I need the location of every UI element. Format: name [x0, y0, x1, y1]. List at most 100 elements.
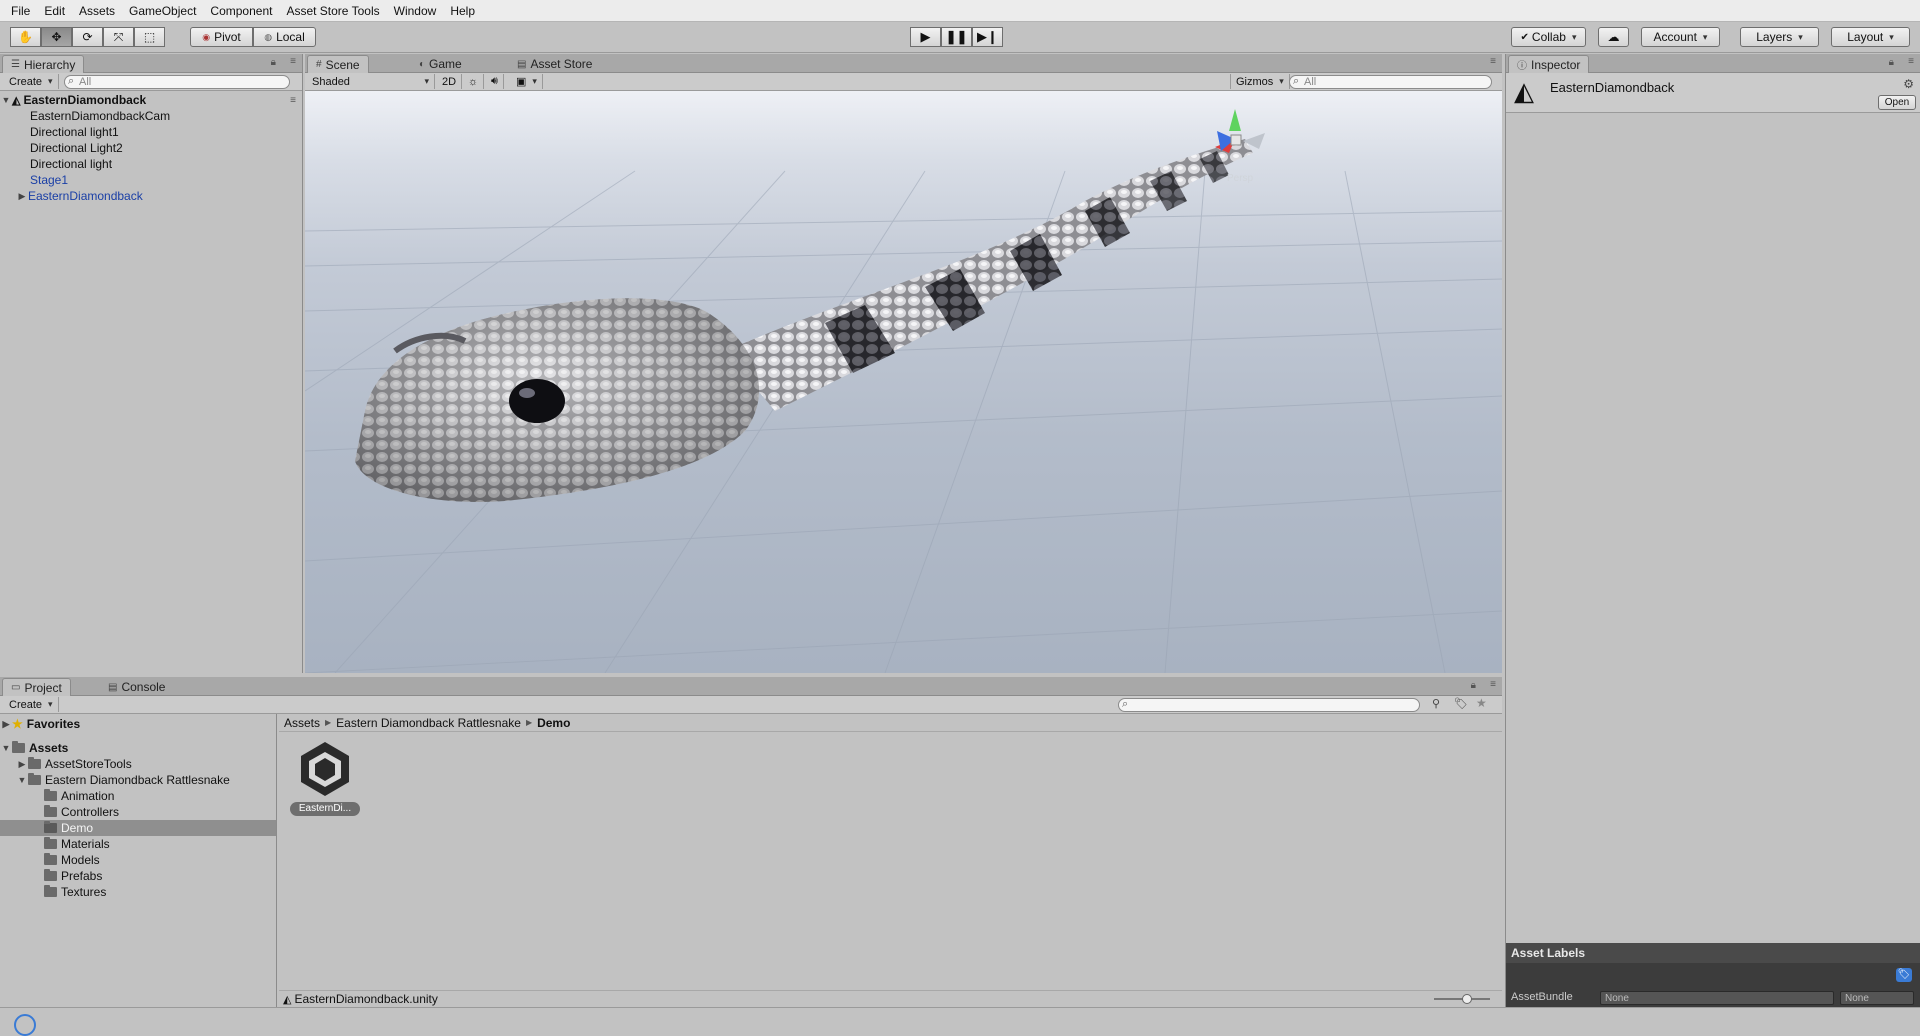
- hierarchy-item[interactable]: Directional light1: [0, 124, 302, 140]
- move-tool-button[interactable]: ✥: [41, 27, 72, 47]
- tab-console[interactable]: ▤ Console: [100, 678, 173, 696]
- pause-button[interactable]: ❚❚: [941, 27, 972, 47]
- gizmos-dropdown[interactable]: Gizmos: [1230, 74, 1290, 89]
- folder-icon: [12, 741, 25, 753]
- menu-asset-store-tools[interactable]: Asset Store Tools: [279, 4, 386, 18]
- hierarchy-item-label: EasternDiamondback: [28, 189, 143, 203]
- scene-search-input[interactable]: All: [1289, 75, 1492, 89]
- asset-bundle-dropdown[interactable]: None: [1600, 991, 1834, 1005]
- collapse-triangle-icon[interactable]: ▶: [16, 191, 28, 202]
- rect-tool-button[interactable]: ⬚: [134, 27, 165, 47]
- slider-thumb[interactable]: [1462, 994, 1472, 1004]
- hierarchy-item[interactable]: EasternDiamondbackCam: [0, 108, 302, 124]
- favorite-star-icon[interactable]: ★: [1476, 696, 1487, 710]
- hierarchy-item-label: EasternDiamondbackCam: [30, 109, 171, 123]
- menu-file[interactable]: File: [4, 4, 37, 18]
- tab-game[interactable]: ◐ Game: [411, 55, 470, 73]
- lighting-toggle[interactable]: ☼: [463, 74, 485, 89]
- panel-menu-icon[interactable]: ≡: [1490, 679, 1496, 690]
- menu-edit[interactable]: Edit: [37, 4, 72, 18]
- asset-tile[interactable]: EasternDi...: [287, 738, 363, 818]
- hierarchy-item-prefab[interactable]: Stage1: [0, 172, 302, 188]
- folder-row[interactable]: Models: [0, 852, 276, 868]
- hierarchy-search-input[interactable]: All: [64, 75, 290, 89]
- menu-window[interactable]: Window: [387, 4, 444, 18]
- scene-viewport[interactable]: Persp: [305, 91, 1502, 673]
- scene-root-label: EasternDiamondback: [23, 93, 147, 107]
- rotate-tool-button[interactable]: ⟳: [72, 27, 103, 47]
- folder-icon: [28, 757, 41, 769]
- tab-scene[interactable]: # Scene: [307, 55, 369, 73]
- account-dropdown[interactable]: Account: [1641, 27, 1720, 47]
- project-create-button[interactable]: Create: [4, 697, 59, 712]
- breadcrumb-item[interactable]: Eastern Diamondback Rattlesnake: [336, 716, 521, 730]
- layers-dropdown[interactable]: Layers: [1740, 27, 1819, 47]
- folder-label: Materials: [61, 837, 110, 851]
- expand-triangle-icon[interactable]: ▼: [0, 95, 12, 105]
- lock-icon[interactable]: 🔒︎: [1889, 57, 1894, 68]
- assets-root-row[interactable]: ▼ Assets: [0, 740, 276, 756]
- tag-icon[interactable]: 🏷︎: [1896, 968, 1912, 982]
- pivot-toggle[interactable]: ◉ Pivot: [190, 27, 253, 47]
- scene-render[interactable]: Persp: [305, 91, 1502, 673]
- gear-icon[interactable]: ⚙: [1903, 77, 1914, 91]
- lock-icon[interactable]: 🔒︎: [271, 57, 276, 68]
- tab-inspector[interactable]: ⓘ Inspector: [1508, 55, 1590, 73]
- panel-menu-icon[interactable]: ≡: [290, 56, 296, 67]
- project-panel: ▭Project ▤Console 🔒︎ ≡ Create ⚲ 🏷︎ ★ ▶★F…: [0, 677, 1502, 1007]
- hierarchy-item[interactable]: Directional Light2: [0, 140, 302, 156]
- asset-variant-dropdown[interactable]: None: [1840, 991, 1914, 1005]
- collapse-triangle-icon[interactable]: ▶: [16, 759, 28, 770]
- favorites-row[interactable]: ▶ ★ Favorites: [0, 716, 276, 732]
- open-button[interactable]: Open: [1878, 95, 1916, 110]
- play-button[interactable]: ▶: [910, 27, 941, 47]
- layout-dropdown[interactable]: Layout: [1831, 27, 1910, 47]
- panel-menu-icon[interactable]: ≡: [1908, 56, 1914, 67]
- cloud-button[interactable]: ☁: [1598, 27, 1629, 47]
- pivot-label: Pivot: [214, 30, 241, 44]
- expand-triangle-icon[interactable]: ▼: [16, 775, 28, 785]
- hierarchy-item-prefab[interactable]: ▶ EasternDiamondback: [0, 188, 302, 204]
- tab-project[interactable]: ▭ Project: [2, 678, 71, 696]
- folder-row-selected[interactable]: Demo: [0, 820, 276, 836]
- scale-tool-button[interactable]: ⤧: [103, 27, 134, 47]
- lock-icon[interactable]: 🔒︎: [1471, 680, 1476, 691]
- step-button[interactable]: ▶❙: [972, 27, 1003, 47]
- project-search-input[interactable]: [1118, 698, 1420, 712]
- audio-toggle[interactable]: 🔊︎: [486, 74, 504, 89]
- local-toggle[interactable]: ◍ Local: [253, 27, 316, 47]
- folder-row[interactable]: Animation: [0, 788, 276, 804]
- folder-row[interactable]: ▼ Eastern Diamondback Rattlesnake: [0, 772, 276, 788]
- folder-row[interactable]: Textures: [0, 884, 276, 900]
- filter-type-icon[interactable]: ⚲: [1432, 697, 1440, 710]
- effects-dropdown[interactable]: ▣: [511, 74, 543, 89]
- folder-row[interactable]: Prefabs: [0, 868, 276, 884]
- collab-label: Collab: [1531, 30, 1566, 44]
- expand-triangle-icon[interactable]: ▼: [0, 743, 12, 753]
- folder-icon: [44, 789, 57, 801]
- folder-icon: ▭: [11, 682, 21, 693]
- hierarchy-create-button[interactable]: Create: [4, 74, 59, 89]
- folder-row[interactable]: Controllers: [0, 804, 276, 820]
- tab-hierarchy[interactable]: ☰ Hierarchy: [2, 55, 85, 73]
- folder-row[interactable]: Materials: [0, 836, 276, 852]
- collab-dropdown[interactable]: ✔ Collab: [1511, 27, 1586, 47]
- folder-row[interactable]: ▶ AssetStoreTools: [0, 756, 276, 772]
- hand-tool-button[interactable]: ✋: [10, 27, 41, 47]
- menu-assets[interactable]: Assets: [72, 4, 122, 18]
- hierarchy-item[interactable]: Directional light: [0, 156, 302, 172]
- scene-options-icon[interactable]: ≡: [290, 95, 296, 106]
- panel-menu-icon[interactable]: ≡: [1490, 56, 1496, 67]
- menu-gameobject[interactable]: GameObject: [122, 4, 203, 18]
- menu-component[interactable]: Component: [203, 4, 279, 18]
- filter-label-icon[interactable]: 🏷︎: [1454, 697, 1468, 710]
- breadcrumb-item-current[interactable]: Demo: [537, 716, 570, 730]
- shading-mode-dropdown[interactable]: Shaded: [307, 74, 435, 89]
- breadcrumb-item[interactable]: Assets: [284, 716, 320, 730]
- toggle-2d-button[interactable]: 2D: [437, 74, 463, 89]
- scene-root-row[interactable]: ▼ ◭ EasternDiamondback ≡: [0, 92, 302, 108]
- tab-asset-store[interactable]: ▤ Asset Store: [509, 55, 600, 73]
- collapse-triangle-icon[interactable]: ▶: [0, 719, 12, 730]
- menu-help[interactable]: Help: [443, 4, 482, 18]
- icon-size-slider[interactable]: [1434, 994, 1490, 1004]
